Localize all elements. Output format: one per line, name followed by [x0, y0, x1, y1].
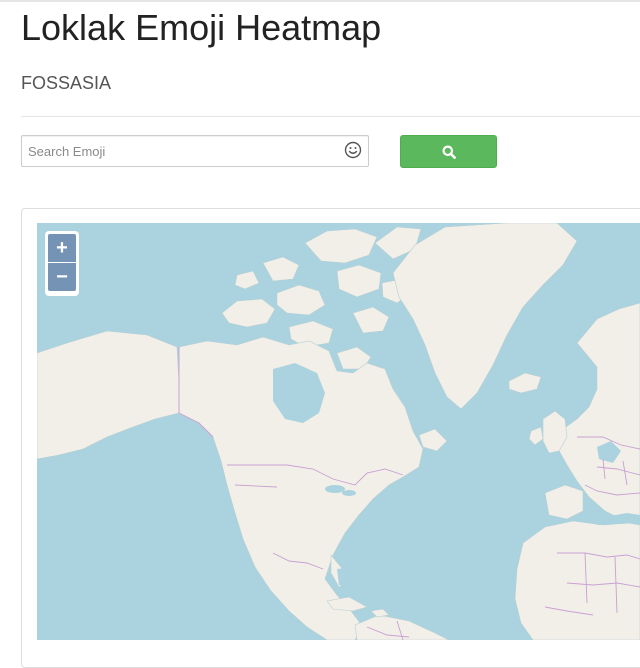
- world-map[interactable]: + −: [37, 223, 640, 640]
- header-divider: [21, 116, 640, 117]
- page-title: Loklak Emoji Heatmap: [21, 7, 382, 48]
- map-tiles: [37, 223, 640, 640]
- top-rule: [0, 0, 640, 2]
- smiley-icon[interactable]: [344, 141, 362, 159]
- org-name: FOSSASIA: [21, 73, 112, 93]
- zoom-out-button[interactable]: −: [48, 263, 76, 291]
- search-box: [21, 135, 369, 167]
- search-input[interactable]: [22, 136, 338, 166]
- zoom-control: + −: [45, 231, 79, 296]
- search-button[interactable]: [400, 135, 497, 168]
- zoom-in-button[interactable]: +: [48, 234, 76, 262]
- search-icon: [442, 145, 456, 159]
